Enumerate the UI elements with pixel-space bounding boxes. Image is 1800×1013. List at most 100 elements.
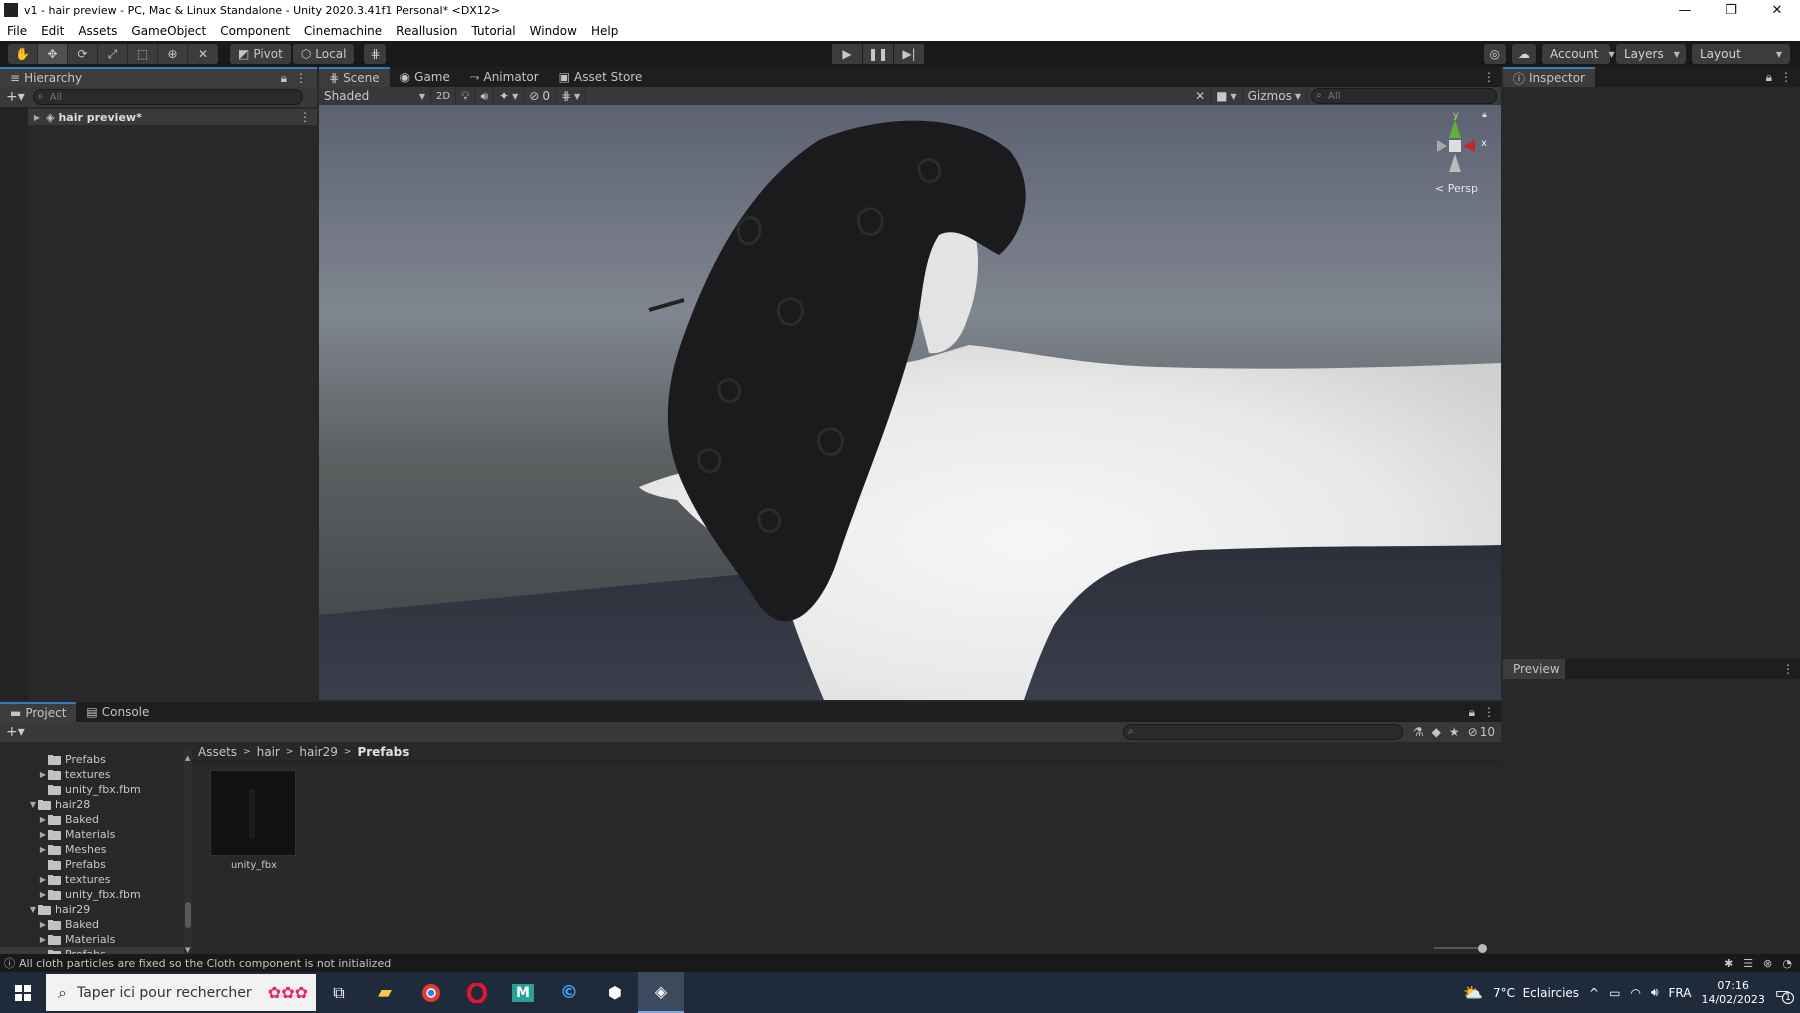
scroll-down-icon[interactable]: ▼ xyxy=(185,946,190,954)
task-view-button[interactable]: ⧉ xyxy=(316,972,362,1013)
account-dropdown[interactable]: Account ▼ xyxy=(1542,44,1615,64)
chevron-up-icon[interactable]: ^ xyxy=(1589,986,1599,1000)
breadcrumb-prefabs[interactable]: Prefabs xyxy=(357,745,409,759)
move-tool-icon[interactable]: ✥ xyxy=(38,44,68,64)
tree-item[interactable]: ▼ hair29 xyxy=(0,902,186,917)
tree-item[interactable]: ▶ Materials xyxy=(0,932,186,947)
cache-icon[interactable]: ☰ xyxy=(1743,957,1753,970)
hidden-packages-toggle[interactable]: ⊘ 10 xyxy=(1468,725,1495,739)
scene-viewport[interactable]: y x 🔒︎ < Persp xyxy=(319,105,1501,700)
layout-dropdown[interactable]: Layout ▼ xyxy=(1692,44,1790,64)
file-explorer-button[interactable]: ▰ xyxy=(362,972,408,1013)
tab-animator[interactable]: ⤳ Animator xyxy=(460,67,549,87)
chevron-right-icon[interactable]: ▶ xyxy=(38,845,48,854)
network-icon[interactable]: ◠ xyxy=(1630,986,1640,1000)
asset-tile[interactable]: unity_fbx xyxy=(210,770,298,871)
maya-button[interactable]: M xyxy=(500,972,546,1013)
tree-item[interactable]: Prefabs xyxy=(0,752,186,767)
device-icon[interactable]: ▭ xyxy=(1609,986,1620,1000)
expand-arrow-icon[interactable]: ▶ xyxy=(32,113,42,122)
tree-item[interactable]: ▶ Baked xyxy=(0,917,186,932)
tab-asset-store[interactable]: ▣ Asset Store xyxy=(549,67,653,87)
tree-item[interactable]: ▶ Baked xyxy=(0,812,186,827)
scene-search-input[interactable]: ⌕ All xyxy=(1311,88,1497,104)
chevron-down-icon[interactable]: ▼ xyxy=(28,800,38,809)
tree-item[interactable]: ▶ unity_fbx.fbm xyxy=(0,887,186,902)
breadcrumb-hair29[interactable]: hair29 xyxy=(299,745,338,759)
tree-item[interactable]: ▶ textures xyxy=(0,872,186,887)
gizmos-dropdown[interactable]: Gizmos ▼ xyxy=(1243,87,1307,105)
clock[interactable]: 07:16 14/02/2023 xyxy=(1701,979,1764,1007)
thumbnail-size-slider[interactable] xyxy=(1434,944,1490,953)
language-indicator[interactable]: FRA xyxy=(1669,986,1692,1000)
chrome-button[interactable] xyxy=(408,972,454,1013)
favorite-star-icon[interactable]: ★ xyxy=(1449,725,1460,739)
collab-button[interactable]: ◎ xyxy=(1483,44,1506,64)
lock-icon[interactable]: 🔒︎ xyxy=(1469,705,1475,720)
kebab-menu-icon[interactable]: ⋮ xyxy=(299,110,311,124)
scroll-up-icon[interactable]: ▲ xyxy=(185,754,190,762)
chevron-right-icon[interactable]: ▶ xyxy=(38,815,48,824)
menu-cinemachine[interactable]: Cinemachine xyxy=(297,24,389,38)
shading-mode-dropdown[interactable]: Shaded ▼ xyxy=(319,87,431,105)
breadcrumb-hair[interactable]: hair xyxy=(257,745,280,759)
cloud-button[interactable]: ☁ xyxy=(1512,44,1536,64)
camera-dropdown[interactable]: ■ ▼ xyxy=(1211,87,1243,105)
scroll-thumb[interactable] xyxy=(185,902,191,928)
reallusion-button[interactable]: © xyxy=(546,972,592,1013)
close-button[interactable]: ✕ xyxy=(1754,0,1800,20)
hierarchy-search-input[interactable]: ⌕ All xyxy=(32,89,303,105)
lock-icon[interactable]: 🔒︎ xyxy=(281,71,287,86)
chevron-right-icon[interactable]: ▶ xyxy=(38,770,48,779)
tree-item[interactable]: unity_fbx.fbm xyxy=(0,782,186,797)
filter-type-icon[interactable]: ⚗ xyxy=(1413,725,1424,739)
chevron-down-icon[interactable]: ▼ xyxy=(28,905,38,914)
tree-item[interactable]: ▶ Meshes xyxy=(0,842,186,857)
custom-tool-icon[interactable]: ✕ xyxy=(188,44,218,64)
menu-help[interactable]: Help xyxy=(584,24,625,38)
gizmo-lock-icon[interactable]: 🔒︎ xyxy=(1482,110,1487,120)
add-button[interactable]: +▾ xyxy=(6,89,25,105)
weather-icon[interactable]: ⛅ xyxy=(1463,983,1483,1002)
volume-icon[interactable]: 🔊︎ xyxy=(1651,985,1659,1000)
tab-game[interactable]: ◉ Game xyxy=(390,67,460,87)
tree-item[interactable]: Prefabs xyxy=(0,857,186,872)
tree-item[interactable]: Prefabs xyxy=(0,947,186,954)
kebab-menu-icon[interactable]: ⋮ xyxy=(1477,67,1501,87)
lock-icon[interactable]: 🔒︎ xyxy=(1766,70,1772,85)
scene-item[interactable]: ▶ ◈ hair preview* ⋮ xyxy=(28,109,317,125)
tree-scrollbar[interactable]: ▲ ▼ xyxy=(184,748,192,954)
chevron-right-icon[interactable]: ▶ xyxy=(38,890,48,899)
opera-button[interactable] xyxy=(454,972,500,1013)
scale-tool-icon[interactable]: ⤢ xyxy=(98,44,128,64)
tree-item[interactable]: ▼ hair28 xyxy=(0,797,186,812)
tab-project[interactable]: ▬ Project xyxy=(0,702,77,722)
unity-editor-button[interactable]: ◈ xyxy=(638,972,684,1013)
tree-item[interactable]: ▶ Materials xyxy=(0,827,186,842)
auto-generate-icon[interactable]: ⊗ xyxy=(1763,957,1772,970)
start-button[interactable] xyxy=(0,972,46,1013)
rect-tool-icon[interactable]: ⬚ xyxy=(128,44,158,64)
kebab-menu-icon[interactable]: ⋮ xyxy=(1483,705,1495,719)
chevron-right-icon[interactable]: ▶ xyxy=(38,830,48,839)
weather-text[interactable]: 7°C Eclaircies xyxy=(1493,986,1579,1000)
step-button[interactable]: ▶| xyxy=(894,44,924,64)
hidden-objects-toggle[interactable]: ⊘ 0 xyxy=(524,87,556,105)
tab-hierarchy[interactable]: ≡ Hierarchy 🔒︎ ⋮ xyxy=(0,67,317,87)
local-toggle[interactable]: ⬡ Local xyxy=(292,44,355,64)
unity-hub-button[interactable]: ⬢ xyxy=(592,972,638,1013)
project-search-input[interactable]: ⌕ xyxy=(1122,724,1403,740)
rotate-tool-icon[interactable]: ⟳ xyxy=(68,44,98,64)
hand-tool-icon[interactable]: ✋ xyxy=(8,44,38,64)
taskbar-search[interactable]: ⌕ Taper ici pour rechercher ✿✿✿ xyxy=(46,974,316,1011)
2d-toggle[interactable]: 2D xyxy=(431,87,457,105)
menu-component[interactable]: Component xyxy=(213,24,297,38)
maximize-button[interactable]: ❐ xyxy=(1708,0,1754,20)
tools-button[interactable]: ✕ xyxy=(1190,87,1212,105)
kebab-menu-icon[interactable]: ⋮ xyxy=(1782,662,1800,676)
pause-button[interactable]: ❚❚ xyxy=(863,44,893,64)
filter-label-icon[interactable]: ◆ xyxy=(1432,725,1441,739)
menu-assets[interactable]: Assets xyxy=(71,24,124,38)
chevron-right-icon[interactable]: ▶ xyxy=(38,875,48,884)
notification-button[interactable]: ▭ 1 xyxy=(1775,983,1794,1004)
